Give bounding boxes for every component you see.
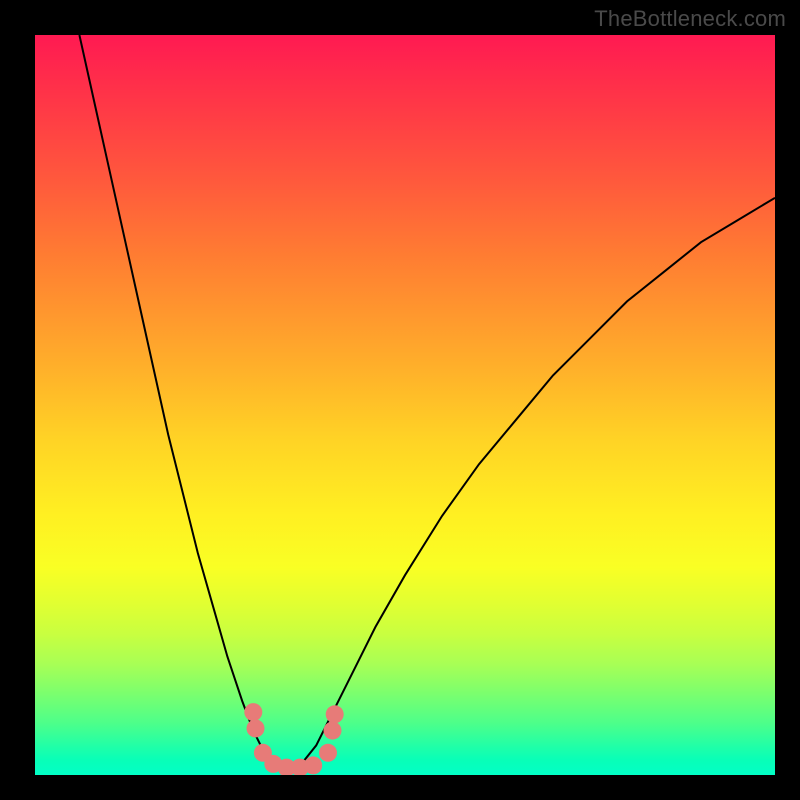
marker-dot: [324, 722, 342, 740]
curve-left-path: [79, 35, 286, 771]
curve-left: [79, 35, 286, 771]
marker-dot: [304, 756, 322, 774]
curve-right: [287, 198, 775, 772]
marker-dot: [247, 719, 265, 737]
chart-frame: TheBottleneck.com: [0, 0, 800, 800]
marker-dot: [244, 703, 262, 721]
watermark-text: TheBottleneck.com: [594, 6, 786, 32]
marker-dot: [319, 744, 337, 762]
marker-cluster: [244, 703, 343, 775]
curves-layer: [35, 35, 775, 775]
plot-area: [35, 35, 775, 775]
curve-right-path: [287, 198, 775, 772]
marker-dot: [326, 705, 344, 723]
